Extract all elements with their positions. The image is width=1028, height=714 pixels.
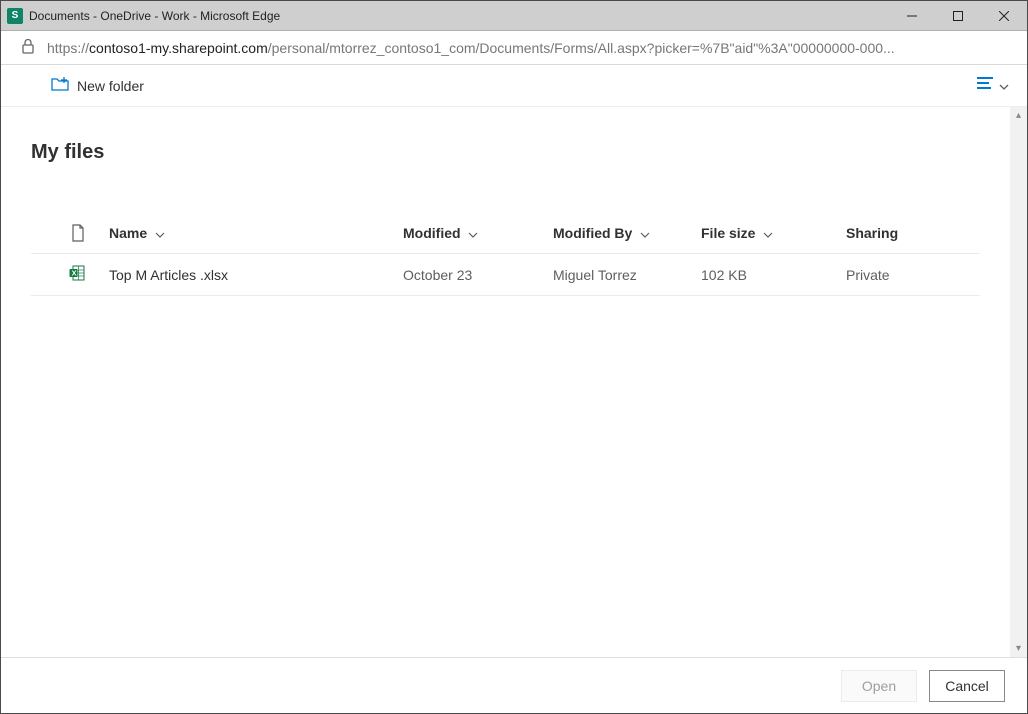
new-folder-button[interactable]: New folder — [51, 77, 144, 94]
file-modifiedby-cell: Miguel Torrez — [553, 267, 701, 283]
new-folder-label: New folder — [77, 78, 144, 94]
dialog-footer: Open Cancel — [1, 657, 1027, 713]
url-host: contoso1-my.sharepoint.com — [89, 40, 268, 56]
vertical-scrollbar[interactable]: ▴ ▾ — [1010, 107, 1027, 657]
chevron-down-icon — [999, 77, 1009, 95]
command-bar: New folder — [1, 65, 1027, 107]
file-modified-cell: October 23 — [403, 267, 553, 283]
lock-icon — [21, 38, 35, 57]
window-title: Documents - OneDrive - Work - Microsoft … — [29, 9, 280, 23]
table-row[interactable]: Top M Articles .xlsx October 23 Miguel T… — [31, 254, 980, 296]
view-list-icon — [977, 76, 993, 95]
chevron-down-icon — [468, 232, 478, 238]
maximize-button[interactable] — [935, 1, 981, 31]
address-bar[interactable]: https://contoso1-my.sharepoint.com/perso… — [1, 31, 1027, 65]
column-header-sharing[interactable]: Sharing — [846, 225, 980, 241]
column-header-name[interactable]: Name — [103, 225, 403, 241]
file-name-cell: Top M Articles .xlsx — [103, 267, 403, 283]
close-button[interactable] — [981, 1, 1027, 31]
cancel-button[interactable]: Cancel — [929, 670, 1005, 702]
open-button: Open — [841, 670, 917, 702]
file-sharing-cell: Private — [846, 267, 980, 283]
new-folder-icon — [51, 77, 69, 94]
content-area: My files Name Modified — [1, 107, 1010, 657]
column-header-modified[interactable]: Modified — [403, 225, 553, 241]
page-title: My files — [31, 141, 980, 164]
sharepoint-icon: S — [7, 8, 23, 24]
excel-file-icon — [69, 265, 85, 284]
column-header-file-type[interactable] — [31, 224, 103, 242]
view-options-button[interactable] — [977, 76, 1009, 95]
table-header-row: Name Modified Modified By File size — [31, 212, 980, 254]
url-prefix: https:// — [47, 40, 89, 56]
scroll-down-button[interactable]: ▾ — [1010, 640, 1027, 657]
chevron-down-icon — [640, 232, 650, 238]
chevron-down-icon — [763, 232, 773, 238]
column-header-modified-by[interactable]: Modified By — [553, 225, 701, 241]
scroll-up-button[interactable]: ▴ — [1010, 107, 1027, 124]
file-size-cell: 102 KB — [701, 267, 846, 283]
window-titlebar: S Documents - OneDrive - Work - Microsof… — [1, 1, 1027, 31]
file-table: Name Modified Modified By File size — [31, 212, 980, 296]
url-path: /personal/mtorrez_contoso1_com/Documents… — [268, 40, 895, 56]
minimize-button[interactable] — [889, 1, 935, 31]
column-header-file-size[interactable]: File size — [701, 225, 846, 241]
file-type-cell — [31, 265, 103, 284]
chevron-down-icon — [155, 232, 165, 238]
